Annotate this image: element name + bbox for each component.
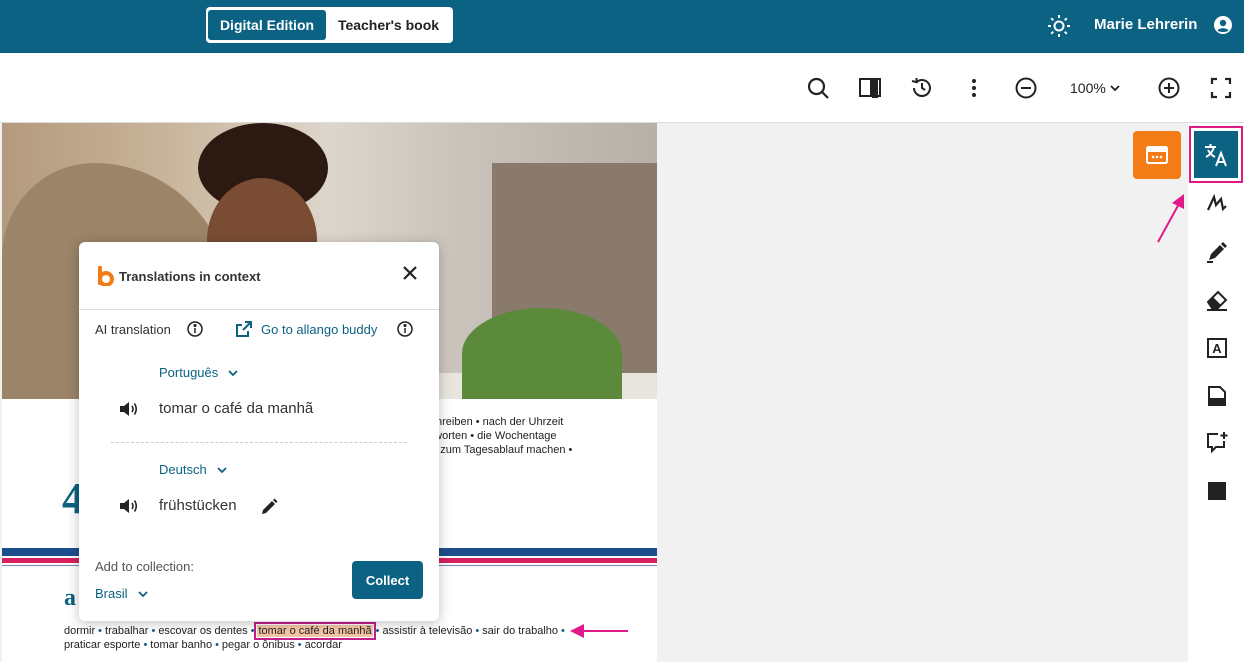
target-language-label: Deutsch xyxy=(159,462,207,477)
vocab-item[interactable]: acordar xyxy=(305,639,342,651)
info-icon[interactable] xyxy=(397,321,413,337)
speaker-icon[interactable] xyxy=(119,400,139,418)
sticky-note-icon[interactable] xyxy=(1205,384,1229,408)
chevron-down-icon xyxy=(1110,85,1120,92)
vocab-item[interactable]: trabalhar xyxy=(105,625,148,637)
info-icon[interactable] xyxy=(187,321,203,337)
speaker-icon[interactable] xyxy=(119,497,139,515)
target-translation-text: frühstücken xyxy=(159,497,237,514)
popup-title: Translations in context xyxy=(119,269,261,284)
divider xyxy=(111,442,407,443)
marker-icon[interactable] xyxy=(1205,240,1229,264)
search-icon[interactable] xyxy=(806,76,830,100)
popup-header: Translations in context xyxy=(79,242,439,310)
toolbar: 100% xyxy=(0,53,1244,123)
chevron-down-icon xyxy=(217,466,227,473)
fullscreen-icon[interactable] xyxy=(1209,76,1233,100)
collection-select[interactable]: Brasil xyxy=(95,586,149,601)
chevron-down-icon xyxy=(228,369,238,376)
zoom-select[interactable]: 100% xyxy=(1070,80,1121,96)
pen-icon[interactable] xyxy=(1205,191,1229,215)
tab-digital-edition[interactable]: Digital Edition xyxy=(208,10,326,40)
external-link-icon xyxy=(236,321,252,337)
tab-teachers-book[interactable]: Teacher's book xyxy=(326,10,451,40)
edition-toggle: Digital Edition Teacher's book xyxy=(206,7,453,43)
vocab-item[interactable]: sair do trabalho xyxy=(482,625,558,637)
vocab-item[interactable]: assistir à televisão xyxy=(382,625,472,637)
comment-add-icon[interactable] xyxy=(1205,430,1229,454)
annotation-arrow xyxy=(570,624,628,638)
textbox-icon[interactable]: A xyxy=(1205,336,1229,360)
target-language-select[interactable]: Deutsch xyxy=(159,462,228,477)
svg-text:A: A xyxy=(1212,341,1222,356)
vocab-item-highlighted[interactable]: tomar o café da manhã xyxy=(254,622,376,640)
source-translation-text: tomar o café da manhã xyxy=(159,400,314,417)
square-icon[interactable] xyxy=(1205,479,1229,503)
vocab-item[interactable]: pegar o ônibus xyxy=(222,639,295,651)
vocab-item[interactable]: tomar banho xyxy=(150,639,212,651)
close-icon[interactable] xyxy=(401,264,419,282)
annotation-arrow xyxy=(1157,194,1184,243)
user-icon[interactable] xyxy=(1213,15,1233,35)
sun-icon[interactable] xyxy=(1047,14,1071,38)
translation-popup: Translations in context AI translation G… xyxy=(79,242,439,621)
vocab-item[interactable]: praticar esporte xyxy=(64,639,140,651)
ai-translation-label: AI translation xyxy=(95,322,171,337)
collection-label: Add to collection: xyxy=(95,559,195,574)
history-icon[interactable] xyxy=(910,76,934,100)
zoom-in-icon[interactable] xyxy=(1157,76,1181,100)
top-bar: Digital Edition Teacher's book Marie Leh… xyxy=(0,0,1244,53)
allango-buddy-label: Go to allango buddy xyxy=(261,321,378,337)
edit-icon[interactable] xyxy=(260,498,278,516)
vocab-list: praticar esporte • tomar banho • pegar o ôni… xyxy=(64,639,342,651)
zoom-level-value: 100% xyxy=(1070,80,1106,96)
page-intro-text: schreiben • nach der Uhrzeit ntworten • … xyxy=(425,416,573,456)
widget-icon xyxy=(1146,146,1168,164)
translate-button[interactable] xyxy=(1189,126,1243,183)
book-icon[interactable] xyxy=(858,76,882,100)
vocab-item[interactable]: escovar os dentes xyxy=(158,625,247,637)
chevron-down-icon xyxy=(137,590,148,597)
source-language-label: Português xyxy=(159,365,219,380)
zoom-out-icon[interactable] xyxy=(1014,76,1038,100)
section-letter: a xyxy=(64,585,76,611)
translate-icon xyxy=(1205,143,1227,166)
allango-logo-icon xyxy=(98,266,114,286)
vocab-item[interactable]: dormir xyxy=(64,625,95,637)
widget-button[interactable] xyxy=(1133,131,1181,179)
eraser-icon[interactable] xyxy=(1205,288,1229,312)
more-icon[interactable] xyxy=(962,76,986,100)
allango-buddy-link[interactable]: Go to allango buddy xyxy=(235,320,377,338)
collect-button[interactable]: Collect xyxy=(352,561,423,599)
vocab-list: dormir • trabalhar • escovar os dentes • tomar… xyxy=(64,622,565,640)
source-language-select[interactable]: Português xyxy=(159,365,239,380)
user-name[interactable]: Marie Lehrerin xyxy=(1094,16,1197,33)
collection-value: Brasil xyxy=(95,586,128,601)
